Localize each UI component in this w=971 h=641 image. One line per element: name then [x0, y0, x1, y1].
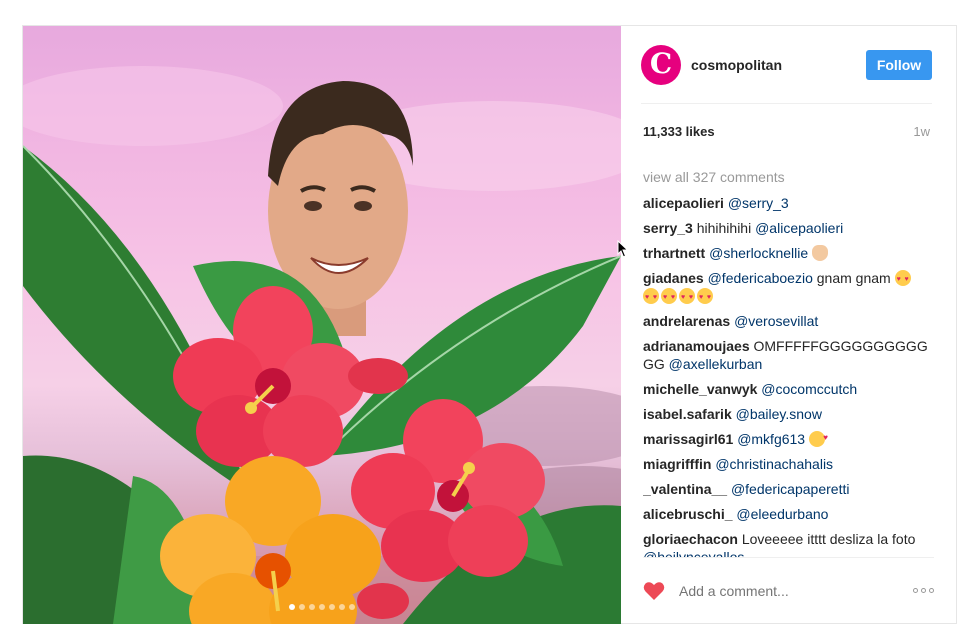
comment-item: gloriaechacon Loveeeee itttt desliza la …: [643, 530, 934, 558]
heart-icon[interactable]: [643, 580, 665, 602]
username-link[interactable]: cosmopolitan: [691, 57, 782, 73]
comment-username[interactable]: gloriaechacon: [643, 531, 738, 547]
comment-item: michelle_vanwyk @cocomccutch: [643, 380, 934, 398]
heart-eyes-emoji-icon: [679, 288, 695, 307]
comment-mention-link[interactable]: @eleedurbano: [736, 506, 828, 522]
carousel-dot: [289, 604, 295, 610]
comment-container: alicepaolieri @serry_3 serry_3 hihihihihi…: [643, 194, 934, 558]
likes-row: 11,333 likes 1w: [643, 124, 930, 139]
comment-item: trhartnett @sherlocknellie: [643, 244, 934, 262]
post-footer: [643, 557, 934, 623]
comment-username[interactable]: alicepaolieri: [643, 195, 724, 211]
carousel-dot: [309, 604, 315, 610]
kiss-emoji-icon: [809, 429, 828, 447]
comment-username[interactable]: trhartnett: [643, 245, 705, 261]
post-header: C cosmopolitan Follow: [641, 26, 932, 104]
carousel-dot: [319, 604, 325, 610]
comment-mention-link[interactable]: @federicapaperetti: [731, 481, 850, 497]
comment-mention-link[interactable]: @cocomccutch: [761, 381, 857, 397]
follow-button[interactable]: Follow: [866, 49, 932, 80]
comment-username[interactable]: miagrifffin: [643, 456, 711, 472]
comment-username[interactable]: isabel.safarik: [643, 406, 732, 422]
comment-text: Loveeeee itttt desliza la foto: [741, 531, 916, 547]
comment-username[interactable]: marissagirl61: [643, 431, 733, 447]
carousel-indicator: [289, 604, 355, 610]
carousel-dot: [349, 604, 355, 610]
comment-username[interactable]: giadanes: [643, 270, 704, 286]
clipped-comment-line: [643, 152, 934, 158]
comment-item: adrianamoujaes OMFFFFFGGGGGGGGGG GG @axe…: [643, 337, 934, 373]
carousel-dot: [299, 604, 305, 610]
comment-username[interactable]: _valentina__: [643, 481, 727, 497]
carousel-dot: [339, 604, 345, 610]
comments-list[interactable]: view all 327 comments alicepaolieri @ser…: [643, 152, 934, 558]
heart-eyes-emoji-icon: [661, 288, 677, 307]
comment-username[interactable]: alicebruschi_: [643, 506, 733, 522]
post-timestamp[interactable]: 1w: [913, 124, 930, 139]
cursor-icon: [617, 240, 629, 258]
comment-mention-link[interactable]: @sherlocknellie: [709, 245, 812, 261]
heart-eyes-emoji-icon: [643, 288, 659, 307]
carousel-dot: [329, 604, 335, 610]
comment-mention-link[interactable]: @federicaboezio: [708, 270, 813, 286]
comment-item: miagrifffin @christinachahalis: [643, 455, 934, 473]
comment-mention-link[interactable]: @christinachahalis: [715, 456, 833, 472]
comment-mention-link[interactable]: @bailey.snow: [736, 406, 822, 422]
comment-text: gnam gnam: [812, 270, 895, 286]
instagram-post-card: C cosmopolitan Follow 11,333 likes 1w vi…: [22, 25, 957, 624]
comment-mention-link[interactable]: @alicepaolieri: [755, 220, 843, 236]
view-all-comments-link[interactable]: view all 327 comments: [643, 168, 934, 186]
hand-emoji-icon: [812, 245, 829, 261]
add-comment-input[interactable]: [679, 582, 879, 599]
comment-username[interactable]: andrelarenas: [643, 313, 730, 329]
comment-username[interactable]: serry_3: [643, 220, 693, 236]
more-options-icon[interactable]: [913, 588, 934, 593]
comment-item: alicepaolieri @serry_3: [643, 194, 934, 212]
comment-mention-link[interactable]: @mkfg613: [737, 431, 809, 447]
comment-mention-link[interactable]: @serry_3: [728, 195, 789, 211]
heart-eyes-emoji-icon: [894, 270, 911, 289]
comment-text: hihihihihi: [696, 220, 756, 236]
comment-item: serry_3 hihihihihi @alicepaolieri: [643, 219, 934, 237]
comment-username[interactable]: adrianamoujaes: [643, 338, 750, 354]
comment-item: marissagirl61 @mkfg613: [643, 429, 934, 448]
post-details: C cosmopolitan Follow 11,333 likes 1w vi…: [621, 26, 956, 624]
comment-item: alicebruschi_ @eleedurbano: [643, 505, 934, 523]
avatar-letter: C: [649, 46, 673, 80]
likes-count[interactable]: 11,333 likes: [643, 124, 715, 139]
comment-username[interactable]: michelle_vanwyk: [643, 381, 757, 397]
comment-item: isabel.safarik @bailey.snow: [643, 405, 934, 423]
comment-mention-link[interactable]: @verosevillat: [734, 313, 818, 329]
post-image[interactable]: [23, 26, 621, 624]
cosmopolitan-avatar[interactable]: C: [641, 44, 681, 85]
comment-item: giadanes @federicaboezio gnam gnam: [643, 269, 934, 307]
comment-item: andrelarenas @verosevillat: [643, 312, 934, 330]
post-photo-illustration: [23, 66, 621, 624]
heart-eyes-emoji-icon: [697, 288, 713, 307]
comment-item: _valentina__ @federicapaperetti: [643, 480, 934, 498]
comment-mention-link[interactable]: @axellekurban: [669, 356, 763, 372]
